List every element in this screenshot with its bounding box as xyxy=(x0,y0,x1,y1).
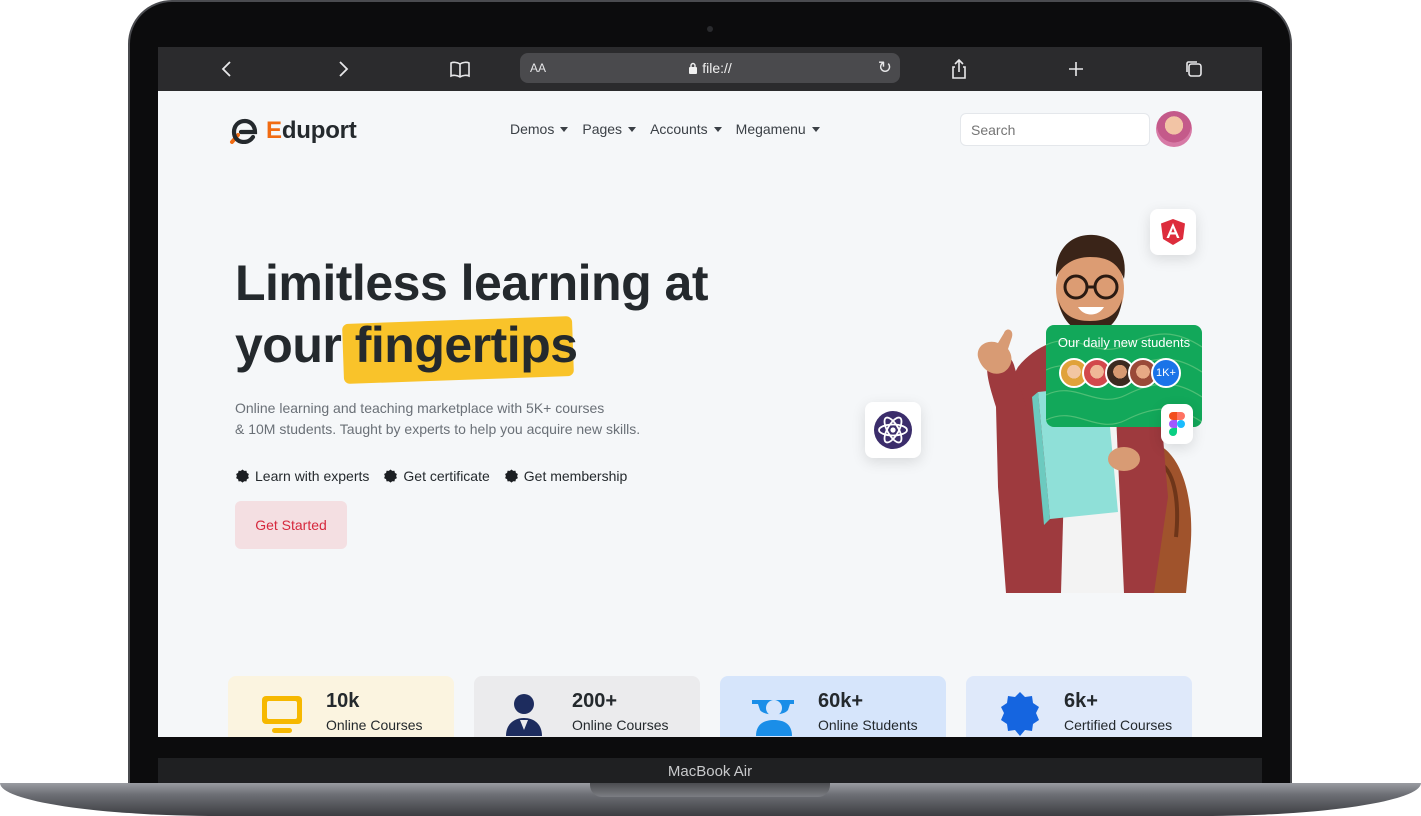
browser-toolbar: AA file:// ↻ xyxy=(158,47,1262,91)
get-started-button[interactable]: Get Started xyxy=(235,501,347,549)
tabs-icon[interactable] xyxy=(1180,55,1208,83)
forward-icon[interactable] xyxy=(330,55,358,83)
stat-value: 60k+ xyxy=(818,690,864,712)
device-label: MacBook Air xyxy=(667,762,753,780)
feature-item: Learn with experts xyxy=(235,468,369,484)
browser-screen: AA file:// ↻ Eduport Demos Pages Account… xyxy=(158,47,1262,737)
stat-label: Online Students xyxy=(818,717,918,733)
tutor-icon xyxy=(506,694,542,736)
daily-students-title: Our daily new students xyxy=(1057,335,1191,350)
feature-list: Learn with experts Get certificate Get m… xyxy=(235,468,627,484)
stat-card: 60k+ Online Students xyxy=(720,676,946,737)
hero-title: Limitless learning at your fingertips xyxy=(235,252,708,384)
stat-label: Certified Courses xyxy=(1064,717,1173,733)
stat-label: Online Courses xyxy=(326,717,423,733)
chevron-down-icon xyxy=(713,126,722,132)
chevron-down-icon xyxy=(560,126,569,132)
laptop-hinge-notch xyxy=(590,783,830,797)
nav-item-accounts[interactable]: Accounts xyxy=(650,121,722,137)
chevron-down-icon xyxy=(628,126,637,132)
back-icon[interactable] xyxy=(212,55,240,83)
stat-value: 10k xyxy=(326,690,360,712)
stat-value: 6k+ xyxy=(1064,690,1098,712)
seal-check-icon xyxy=(384,468,398,483)
hero-title-prefix: your xyxy=(235,317,342,373)
atom-icon xyxy=(865,402,921,458)
student-avatars: 1K+ xyxy=(1059,358,1181,388)
lock-icon xyxy=(689,62,698,74)
laptop-chin: MacBook Air xyxy=(158,758,1262,784)
url-text: file:// xyxy=(520,60,900,76)
nav-item-demos[interactable]: Demos xyxy=(510,121,569,137)
angular-icon xyxy=(1150,209,1196,255)
user-avatar[interactable] xyxy=(1156,111,1192,147)
hero-title-highlight: fingertips xyxy=(341,314,578,384)
student-count-badge: 1K+ xyxy=(1151,358,1181,388)
logo-text: Eduport xyxy=(266,117,357,144)
site-logo[interactable]: Eduport xyxy=(228,117,357,145)
figma-icon xyxy=(1161,404,1193,444)
stat-card: 6k+ Certified Courses xyxy=(966,676,1192,737)
main-nav: Demos Pages Accounts Megamenu xyxy=(510,121,820,137)
address-bar[interactable]: AA file:// ↻ xyxy=(520,53,900,83)
feature-item: Get membership xyxy=(504,468,627,484)
hero-title-line1: Limitless learning at xyxy=(235,255,708,311)
share-icon[interactable] xyxy=(945,55,973,83)
reload-icon[interactable]: ↻ xyxy=(878,58,892,78)
stat-card: 10k Online Courses xyxy=(228,676,454,737)
bookmarks-icon[interactable] xyxy=(446,55,474,83)
feature-item: Get certificate xyxy=(383,468,490,484)
seal-check-icon xyxy=(236,468,249,483)
seal-check-icon xyxy=(504,468,518,483)
stat-value: 200+ xyxy=(572,690,618,712)
new-tab-icon[interactable] xyxy=(1062,55,1090,83)
nav-item-megamenu[interactable]: Megamenu xyxy=(736,121,820,137)
logo-icon xyxy=(228,118,260,145)
stat-card: 200+ Online Courses xyxy=(474,676,700,737)
nav-item-pages[interactable]: Pages xyxy=(582,121,637,137)
stat-label: Online Courses xyxy=(572,717,669,733)
graduate-icon xyxy=(752,700,794,736)
search-input[interactable] xyxy=(960,113,1150,146)
badge-icon xyxy=(1001,692,1039,736)
camera-dot xyxy=(707,26,713,32)
chevron-down-icon xyxy=(811,126,820,132)
hero-subtitle: Online learning and teaching marketplace… xyxy=(235,400,641,437)
monitor-icon xyxy=(262,696,302,733)
